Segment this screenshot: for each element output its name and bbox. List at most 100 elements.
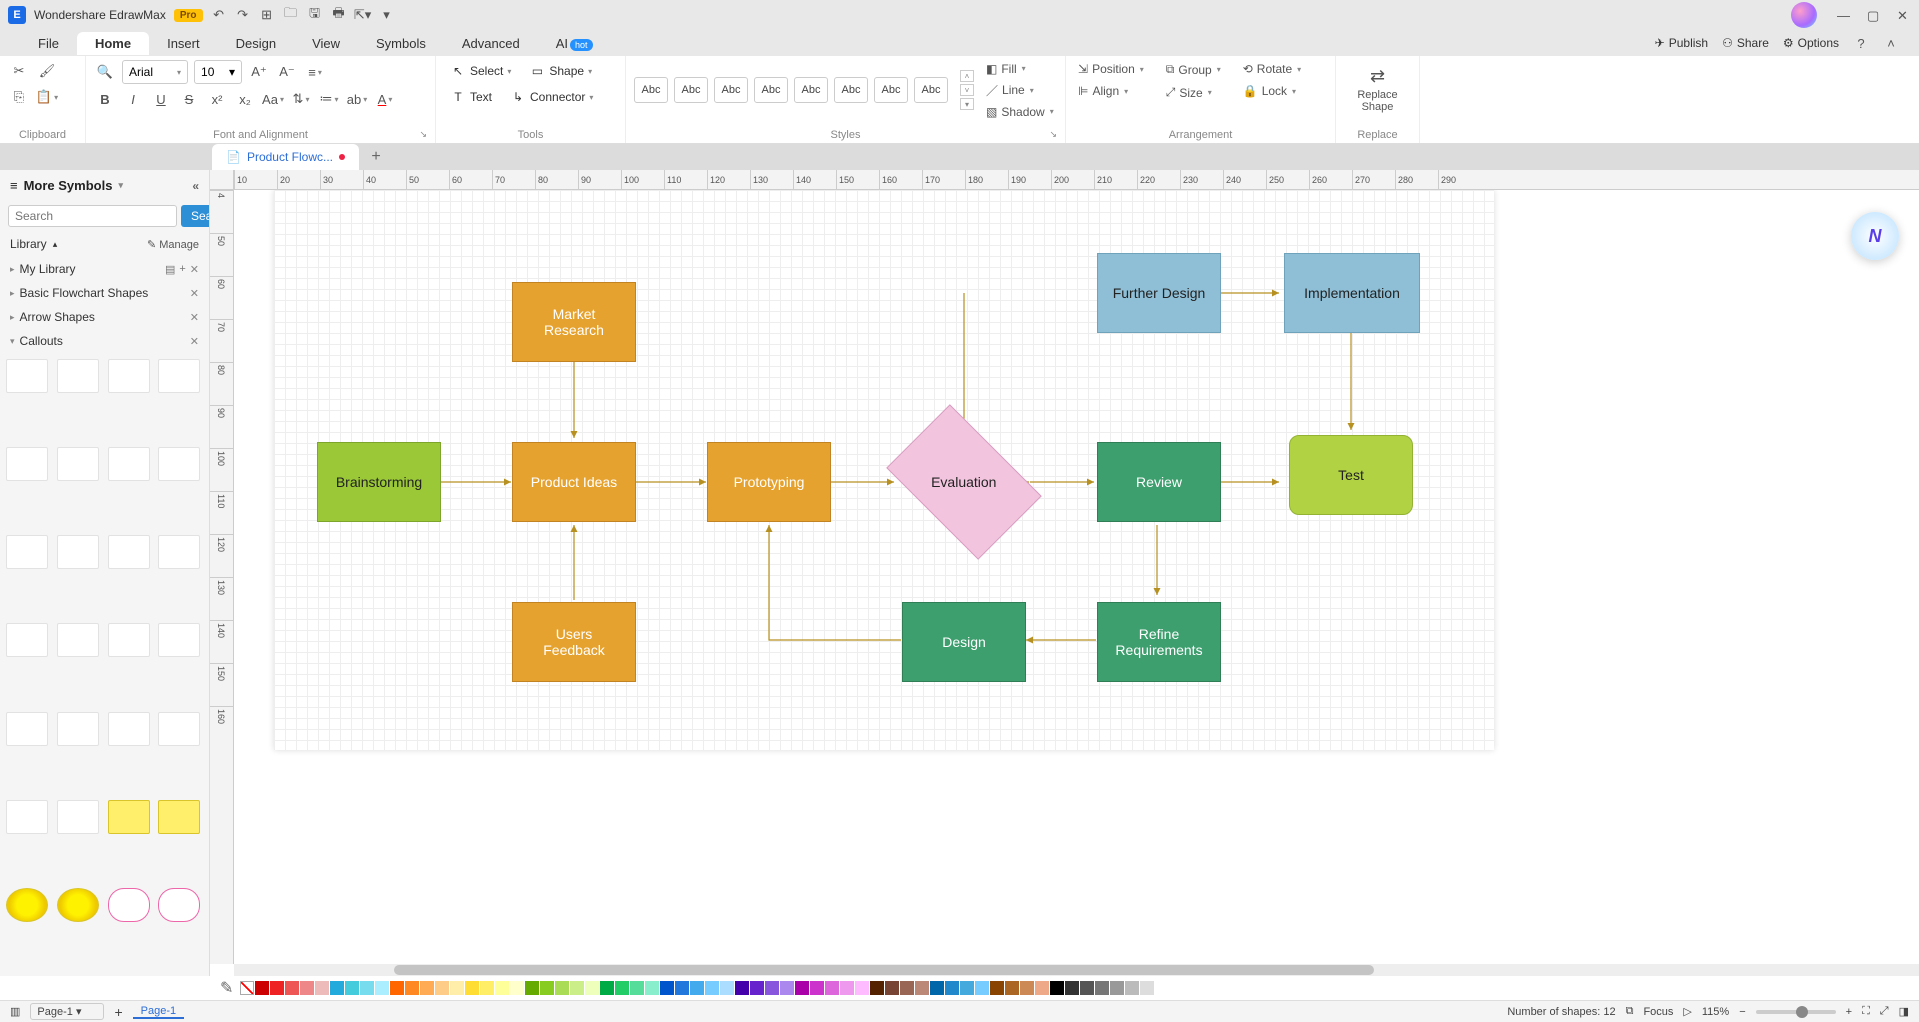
shape-thumb[interactable] xyxy=(6,359,48,393)
style-preset-4[interactable]: Abc xyxy=(754,77,788,103)
color-swatch[interactable] xyxy=(1125,981,1139,995)
shape-thumb[interactable] xyxy=(6,535,48,569)
color-swatch[interactable] xyxy=(360,981,374,995)
color-swatch[interactable] xyxy=(420,981,434,995)
node-review[interactable]: Review xyxy=(1097,442,1221,522)
menu-ai[interactable]: AIhot xyxy=(538,32,611,55)
color-swatch[interactable] xyxy=(540,981,554,995)
highlight-icon[interactable]: ab xyxy=(346,88,368,110)
zoom-slider[interactable] xyxy=(1756,1010,1836,1014)
lib-add-icon[interactable]: + xyxy=(179,263,185,276)
page-layout-icon[interactable]: ▥ xyxy=(10,1005,20,1018)
color-swatch[interactable] xyxy=(900,981,914,995)
color-swatch[interactable] xyxy=(915,981,929,995)
color-swatch[interactable] xyxy=(1065,981,1079,995)
color-swatch[interactable] xyxy=(630,981,644,995)
menu-symbols[interactable]: Symbols xyxy=(358,32,444,55)
color-swatch[interactable] xyxy=(465,981,479,995)
align-button[interactable]: ⊫Align xyxy=(1074,82,1148,100)
menu-file[interactable]: File xyxy=(20,32,77,55)
format-painter-icon[interactable]: 🖌 xyxy=(36,60,58,82)
color-swatch[interactable] xyxy=(1050,981,1064,995)
shape-thumb[interactable] xyxy=(108,359,150,393)
color-swatch[interactable] xyxy=(945,981,959,995)
case-icon[interactable]: Aa xyxy=(262,88,284,110)
node-implementation[interactable]: Implementation xyxy=(1284,253,1420,333)
color-swatch[interactable] xyxy=(345,981,359,995)
shape-thumb[interactable] xyxy=(108,888,150,922)
library-label[interactable]: Library xyxy=(10,237,47,251)
lib-cat-arrow[interactable]: ▸Arrow Shapes✕ xyxy=(0,305,209,329)
layers-icon[interactable]: ⧉ xyxy=(1626,1005,1634,1018)
font-size-select[interactable]: 10▾ xyxy=(194,60,242,84)
zoom-out-icon[interactable]: − xyxy=(1739,1006,1745,1018)
color-swatch[interactable] xyxy=(825,981,839,995)
style-more-icon[interactable]: ▾ xyxy=(960,98,974,110)
print-icon[interactable]: 🖶 xyxy=(331,7,347,23)
color-swatch[interactable] xyxy=(1140,981,1154,995)
color-swatch[interactable] xyxy=(315,981,329,995)
color-swatch[interactable] xyxy=(480,981,494,995)
color-swatch[interactable] xyxy=(960,981,974,995)
font-name-select[interactable]: Arial▾ xyxy=(122,60,188,84)
replace-shape-button[interactable]: ⇄ Replace Shape xyxy=(1344,60,1411,119)
node-product-ideas[interactable]: Product Ideas xyxy=(512,442,636,522)
bullets-icon[interactable]: ≔ xyxy=(318,88,340,110)
add-page-icon[interactable]: + xyxy=(114,1004,122,1020)
font-increase-icon[interactable]: A⁺ xyxy=(248,61,270,83)
properties-pane-icon[interactable]: ◨ xyxy=(1899,1005,1909,1018)
color-swatch[interactable] xyxy=(375,981,389,995)
color-swatch[interactable] xyxy=(405,981,419,995)
color-swatch[interactable] xyxy=(390,981,404,995)
fill-button[interactable]: ◧Fill xyxy=(982,60,1058,78)
color-swatch[interactable] xyxy=(1095,981,1109,995)
rotate-button[interactable]: ⟲Rotate xyxy=(1239,60,1305,78)
color-swatch[interactable] xyxy=(285,981,299,995)
eyedropper-icon[interactable]: ✎ xyxy=(220,978,233,998)
shape-thumb[interactable] xyxy=(57,359,99,393)
color-swatch[interactable] xyxy=(750,981,764,995)
style-preset-1[interactable]: Abc xyxy=(634,77,668,103)
shape-thumb[interactable] xyxy=(57,888,99,922)
color-swatch[interactable] xyxy=(975,981,989,995)
line-button[interactable]: ／Line xyxy=(982,80,1058,101)
line-spacing-icon[interactable]: ⇅ xyxy=(290,88,312,110)
node-further-design[interactable]: Further Design xyxy=(1097,253,1221,333)
style-preset-2[interactable]: Abc xyxy=(674,77,708,103)
lib-close-icon[interactable]: ✕ xyxy=(190,311,199,324)
color-swatch[interactable] xyxy=(675,981,689,995)
connector-tool[interactable]: ↳Connector▾ xyxy=(504,86,599,108)
style-preset-3[interactable]: Abc xyxy=(714,77,748,103)
color-swatch[interactable] xyxy=(600,981,614,995)
select-tool[interactable]: ↖Select▾ xyxy=(444,60,517,82)
node-test[interactable]: Test xyxy=(1289,435,1413,515)
style-preset-7[interactable]: Abc xyxy=(874,77,908,103)
color-swatch[interactable] xyxy=(1020,981,1034,995)
shape-thumb[interactable] xyxy=(158,712,200,746)
color-swatch[interactable] xyxy=(270,981,284,995)
canvas[interactable]: 1020304050607080901001101201301401501601… xyxy=(210,170,1919,976)
color-swatch[interactable] xyxy=(840,981,854,995)
style-preset-6[interactable]: Abc xyxy=(834,77,868,103)
lib-cat-mylibrary[interactable]: ▸My Library▤+✕ xyxy=(0,257,209,281)
size-button[interactable]: ⤢Size xyxy=(1162,83,1225,102)
menu-home[interactable]: Home xyxy=(77,32,149,55)
more-icon[interactable]: ▾ xyxy=(379,7,395,23)
color-swatch[interactable] xyxy=(255,981,269,995)
color-swatch[interactable] xyxy=(330,981,344,995)
search-font-icon[interactable]: 🔍 xyxy=(94,61,116,83)
shape-thumb[interactable] xyxy=(57,447,99,481)
manage-button[interactable]: ✎ Manage xyxy=(147,238,199,251)
group-button[interactable]: ⧉Group xyxy=(1162,60,1225,79)
page-tab[interactable]: Page-1 xyxy=(133,1005,184,1019)
color-swatch[interactable] xyxy=(990,981,1004,995)
color-swatch[interactable] xyxy=(705,981,719,995)
minimize-icon[interactable]: — xyxy=(1837,8,1851,22)
shape-thumb[interactable] xyxy=(6,712,48,746)
zoom-in-icon[interactable]: + xyxy=(1846,1006,1852,1018)
shape-thumb[interactable] xyxy=(158,447,200,481)
color-swatch[interactable] xyxy=(690,981,704,995)
lib-cat-callouts[interactable]: ▾Callouts✕ xyxy=(0,329,209,353)
menu-design[interactable]: Design xyxy=(218,32,294,55)
node-market-research[interactable]: Market Research xyxy=(512,282,636,362)
